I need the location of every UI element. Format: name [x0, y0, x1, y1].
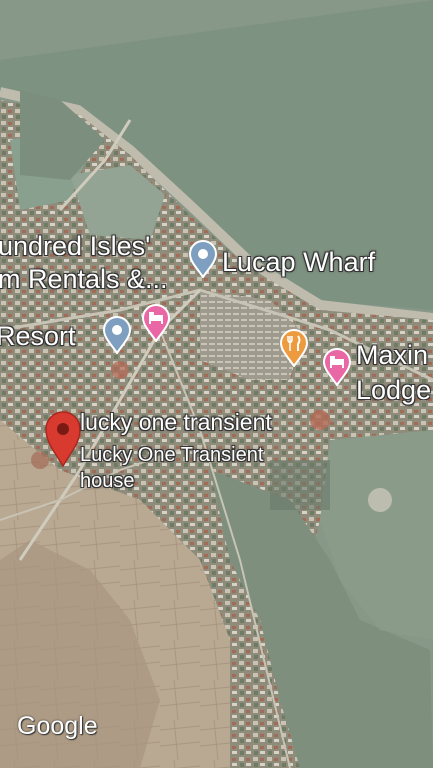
bed-icon[interactable]	[141, 304, 171, 342]
map-pin-icon[interactable]	[188, 240, 218, 278]
lucap-wharf-label[interactable]: Lucap Wharf	[222, 247, 375, 277]
hundred-isles-label-line1[interactable]: undred Isles'	[0, 231, 150, 261]
hundred-isles-label-line2[interactable]: m Rentals &...	[0, 264, 168, 294]
lucky-one-title[interactable]: lucky one transient	[80, 409, 272, 435]
red-pin-icon[interactable]	[44, 410, 82, 468]
maxine-lodge-label-line2[interactable]: Lodge	[356, 375, 431, 405]
map-pin-icon[interactable]	[102, 316, 132, 354]
fork-knife-icon[interactable]	[279, 329, 309, 367]
lucky-one-subtitle-line2: house	[80, 470, 135, 492]
maxine-lodge-label-line1[interactable]: Maxin	[356, 340, 428, 370]
google-logo: Google	[17, 712, 98, 740]
lucky-one-subtitle-line1: Lucky One Transient	[80, 444, 264, 466]
bed-icon[interactable]	[322, 348, 352, 386]
resort-label[interactable]: Resort	[0, 321, 76, 351]
